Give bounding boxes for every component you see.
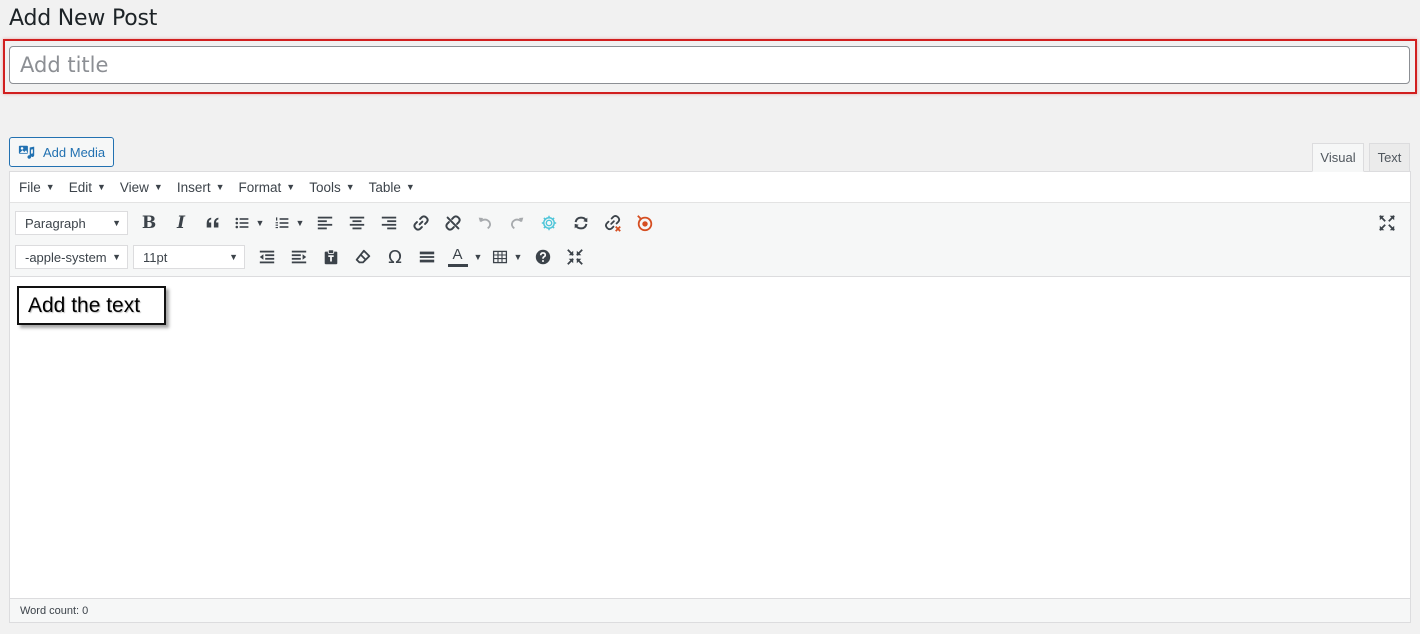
target-button[interactable] [629,210,661,236]
unlink-button[interactable] [437,210,469,236]
chevron-down-icon: ▼ [255,218,265,228]
omega-icon: Ω [388,246,402,268]
clear-formatting-button[interactable] [347,244,379,270]
chevron-down-icon: ▼ [405,182,415,192]
editor-statusbar: Word count: 0 [10,598,1410,622]
text-color-button[interactable]: A ▼ [443,244,487,270]
fullscreen-icon [1379,215,1395,231]
refresh-icon [574,216,588,230]
toolbar-row-2: -apple-system ▼ 11pt ▼ Ω A ▼ ▼ [15,244,591,270]
italic-button[interactable]: I [165,210,197,236]
page-title: Add New Post [9,6,158,31]
bold-icon: B [141,213,157,233]
paste-as-text-button[interactable] [315,244,347,270]
align-right-button[interactable] [373,210,405,236]
bold-button[interactable]: B [133,210,165,236]
link-check-button[interactable] [597,210,629,236]
settings-button[interactable] [533,210,565,236]
chevron-down-icon: ▼ [295,218,305,228]
font-size-select[interactable]: 11pt ▼ [133,245,245,269]
link-icon [413,215,429,231]
media-icon [18,143,36,161]
menu-table[interactable]: Table ▼ [369,180,415,195]
align-left-icon [317,216,333,230]
table-button[interactable]: ▼ [487,244,527,270]
align-center-icon [349,216,365,230]
fullscreen-button[interactable] [1374,210,1400,236]
menu-file[interactable]: File ▼ [19,180,55,195]
distraction-free-icon [567,249,583,265]
chevron-down-icon: ▼ [112,218,121,228]
chevron-down-icon: ▼ [112,252,121,262]
redo-icon [511,217,524,230]
gear-icon [541,215,557,231]
chevron-down-icon: ▼ [513,252,523,262]
toolbar-row-1: Paragraph ▼ B I ▼ ▼ [15,210,661,236]
undo-button[interactable] [469,210,501,236]
bullet-list-icon [235,217,248,229]
chevron-down-icon: ▼ [473,252,483,262]
unlink-icon [445,215,461,231]
help-icon [535,249,551,265]
numbered-list-icon [275,217,288,229]
chevron-down-icon: ▼ [153,182,163,192]
indent-button[interactable] [283,244,315,270]
outdent-button[interactable] [251,244,283,270]
menu-tools[interactable]: Tools ▼ [309,180,354,195]
insert-link-button[interactable] [405,210,437,236]
editor-content-area[interactable]: Add the text [10,277,1410,599]
target-icon [637,215,653,232]
chevron-down-icon: ▼ [229,252,238,262]
link-check-icon [605,215,621,232]
distraction-free-button[interactable] [559,244,591,270]
chevron-down-icon: ▼ [215,182,225,192]
tab-visual[interactable]: Visual [1312,143,1364,172]
word-count: Word count: 0 [20,604,89,617]
menu-view[interactable]: View ▼ [120,180,163,195]
post-title-input[interactable] [9,46,1410,84]
clear-formatting-icon [355,249,371,264]
chevron-down-icon: ▼ [345,182,355,192]
tab-text[interactable]: Text [1369,143,1410,172]
undo-icon [478,217,491,230]
special-character-button[interactable]: Ω [379,244,411,270]
chevron-down-icon: ▼ [286,182,296,192]
font-family-select[interactable]: -apple-system ▼ [15,245,128,269]
table-icon [492,250,507,264]
menu-insert[interactable]: Insert ▼ [177,180,225,195]
align-center-button[interactable] [341,210,373,236]
menu-format[interactable]: Format ▼ [239,180,296,195]
add-media-button[interactable]: Add Media [9,137,114,167]
editor-toolbar: Paragraph ▼ B I ▼ ▼ -apple-system ▼ 11pt… [10,203,1410,277]
align-right-icon [381,216,397,230]
chevron-down-icon: ▼ [96,182,106,192]
align-left-button[interactable] [309,210,341,236]
italic-icon: I [177,213,185,233]
help-button[interactable] [527,244,559,270]
redo-button[interactable] [501,210,533,236]
indent-icon [291,250,307,264]
bullet-list-button[interactable]: ▼ [229,210,269,236]
menu-edit[interactable]: Edit ▼ [69,180,106,195]
horizontal-line-button[interactable] [411,244,443,270]
blockquote-button[interactable] [197,210,229,236]
add-media-label: Add Media [43,144,106,160]
blockquote-icon [206,217,219,228]
horizontal-line-icon [419,251,435,263]
paste-as-text-icon [324,249,338,265]
editor-menubar: File ▼ Edit ▼ View ▼ Insert ▼ Format ▼ Tools ▼… [10,172,1410,203]
outdent-icon [259,250,275,264]
editor: File ▼ Edit ▼ View ▼ Insert ▼ Format ▼ Tools ▼… [9,171,1411,623]
annotation-callout: Add the text [17,286,166,325]
chevron-down-icon: ▼ [45,182,55,192]
refresh-button[interactable] [565,210,597,236]
block-format-select[interactable]: Paragraph ▼ [15,211,128,235]
numbered-list-button[interactable]: ▼ [269,210,309,236]
text-color-icon: A [447,247,468,267]
